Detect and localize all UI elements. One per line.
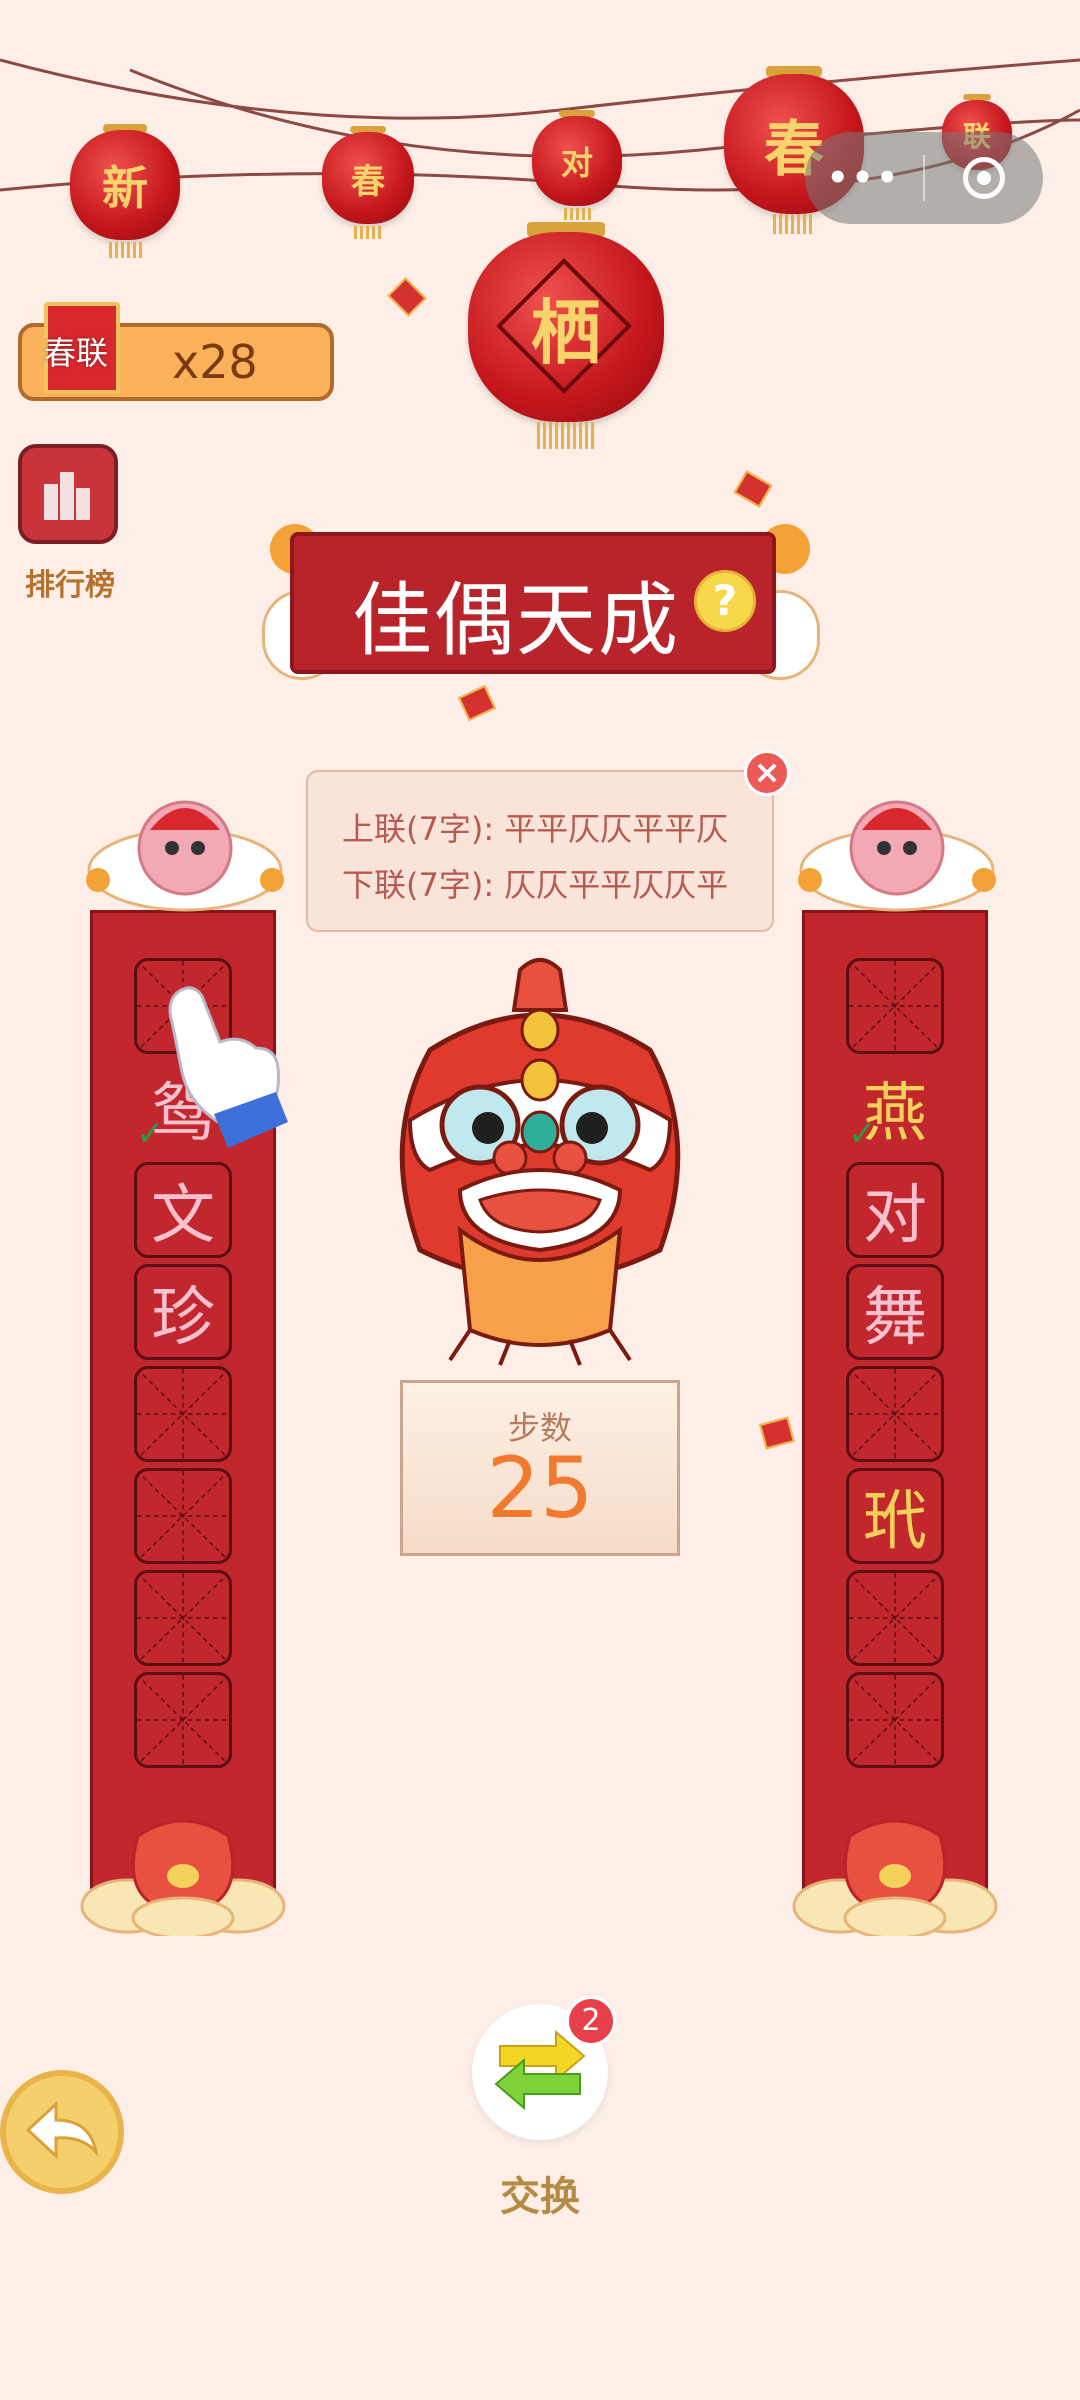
couplet-count: x28 — [172, 335, 258, 389]
scroll-icon-text: 春联 — [44, 334, 109, 372]
check-icon: ✓ — [848, 1114, 877, 1154]
red-envelope-decoration — [457, 684, 497, 722]
grid-pattern — [137, 1369, 229, 1459]
character-text: 玳 — [863, 1485, 927, 1559]
grid-pattern — [137, 1471, 229, 1561]
character-cell[interactable]: 舞 — [846, 1264, 944, 1360]
hint-upper: 上联(7字): 平平仄仄平平仄 — [342, 810, 729, 848]
pointing-hand-icon — [168, 986, 288, 1148]
character-text: 文 — [151, 1179, 215, 1253]
swap-label: 交换 — [500, 2174, 580, 2220]
character-text: 对 — [863, 1179, 927, 1253]
lucky-bag-decoration — [80, 1819, 286, 1936]
more-menu-button[interactable]: ••• — [805, 158, 923, 198]
scroll-icon: 春联 — [44, 302, 120, 394]
grid-pattern — [849, 961, 941, 1051]
red-envelope-decoration — [759, 1416, 795, 1450]
grid-pattern — [849, 1369, 941, 1459]
lucky-bag-decoration — [792, 1819, 998, 1936]
lantern-decoration: 栖 — [468, 222, 664, 449]
grid-pattern — [137, 1675, 229, 1765]
character-cell[interactable]: 对 — [846, 1162, 944, 1258]
lantern-char: 春 — [351, 161, 385, 202]
character-cell[interactable] — [846, 1366, 944, 1462]
grid-pattern — [849, 1573, 941, 1663]
steps-panel: 步数 25 — [400, 1380, 680, 1556]
grid-pattern — [849, 1675, 941, 1765]
red-envelope-decoration — [387, 277, 427, 317]
fortune-fish-decoration — [798, 800, 996, 912]
character-cell[interactable] — [134, 1468, 232, 1564]
steps-value: 25 — [486, 1439, 594, 1537]
ranking-button[interactable] — [18, 444, 118, 544]
character-cell[interactable]: 文 — [134, 1162, 232, 1258]
close-hint-button[interactable]: × — [744, 750, 790, 796]
lantern-char: 新 — [102, 161, 148, 215]
character-cell[interactable] — [134, 1366, 232, 1462]
swap-count-badge: 2 — [566, 1996, 616, 2046]
back-button[interactable] — [0, 2070, 124, 2194]
fortune-fish-decoration — [86, 800, 284, 912]
bar-chart-icon — [44, 472, 90, 520]
close-miniprogram-button[interactable] — [925, 157, 1043, 199]
character-text: 珍 — [151, 1281, 215, 1355]
lantern-decoration: 新 — [70, 124, 180, 258]
lantern-char: 对 — [560, 144, 593, 182]
character-cell[interactable] — [134, 1672, 232, 1768]
lantern-decoration: 春 — [322, 126, 414, 239]
grid-pattern — [137, 1573, 229, 1663]
tone-hint-box: 上联(7字): 平平仄仄平平仄 下联(7字): 仄仄平平仄仄平 — [306, 770, 774, 932]
character-text: 舞 — [863, 1281, 927, 1355]
character-cell[interactable]: 珍 — [134, 1264, 232, 1360]
lantern-decoration: 对 — [532, 110, 622, 221]
character-cell[interactable] — [846, 958, 944, 1054]
character-cell[interactable]: 玳 — [846, 1468, 944, 1564]
lion-dance-mascot — [399, 958, 681, 1366]
red-envelope-decoration — [733, 470, 773, 508]
ranking-label: 排行榜 — [25, 568, 115, 603]
hint-lower: 下联(7字): 仄仄平平仄仄平 — [342, 866, 729, 904]
character-cell[interactable] — [134, 1570, 232, 1666]
lantern-char: 栖 — [531, 290, 601, 374]
miniprogram-capsule: ••• — [805, 132, 1043, 224]
back-arrow-icon — [25, 2100, 99, 2160]
character-cell[interactable] — [846, 1570, 944, 1666]
target-icon — [963, 157, 1005, 199]
character-cell[interactable] — [846, 1672, 944, 1768]
level-title: 佳偶天成 — [352, 574, 680, 667]
help-button[interactable]: ? — [694, 570, 756, 632]
